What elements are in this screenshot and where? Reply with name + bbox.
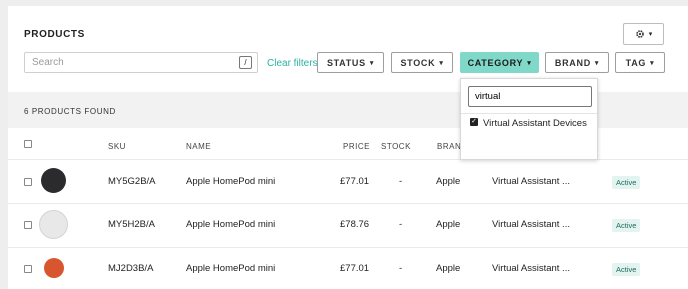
status-badge: Active — [612, 176, 641, 189]
price-cell: £77.01 — [340, 176, 370, 187]
chevron-down-icon: ▾ — [650, 59, 655, 67]
chevron-down-icon: ▾ — [648, 31, 653, 38]
row-checkbox[interactable] — [24, 221, 32, 229]
column-header-name[interactable]: NAME — [186, 142, 211, 151]
row-checkbox[interactable] — [24, 178, 32, 186]
filter-tag-button[interactable]: TAG ▾ — [615, 52, 665, 73]
stock-cell: - — [399, 263, 403, 274]
filter-brand-label: BRAND — [554, 57, 591, 68]
category-option-virtual-assistant-devices[interactable]: Virtual Assistant Devices — [470, 117, 588, 130]
product-thumbnail — [41, 168, 66, 193]
category-search-input[interactable] — [468, 86, 592, 107]
chevron-down-icon: ▾ — [369, 59, 375, 67]
row-divider — [8, 203, 688, 204]
dropdown-divider — [461, 113, 597, 114]
column-header-price[interactable]: PRICE — [343, 142, 370, 151]
sku-cell: MY5H2B/A — [108, 219, 155, 230]
chevron-down-icon: ▾ — [594, 59, 600, 67]
filter-tag-label: TAG — [625, 57, 647, 68]
status-badge: Active — [612, 263, 641, 276]
price-cell: £77.01 — [340, 263, 370, 274]
sku-cell: MY5G2B/A — [108, 176, 156, 187]
filter-status-button[interactable]: STATUS ▾ — [317, 52, 384, 73]
status-badge: Active — [612, 219, 641, 232]
brand-cell: Apple — [436, 176, 461, 187]
stock-cell: - — [399, 219, 403, 230]
category-cell: Virtual Assistant ... — [492, 263, 570, 274]
filter-brand-button[interactable]: BRAND ▾ — [545, 52, 609, 73]
select-all-checkbox[interactable] — [24, 140, 32, 148]
column-header-stock[interactable]: STOCK — [381, 142, 411, 151]
chevron-down-icon: ▾ — [527, 59, 532, 67]
brand-cell: Apple — [436, 219, 461, 230]
chevron-down-icon: ▾ — [439, 59, 444, 67]
page-title: PRODUCTS — [24, 29, 85, 40]
filter-category-label: CATEGORY — [467, 57, 524, 68]
sku-cell: MJ2D3B/A — [108, 263, 154, 274]
filter-stock-button[interactable]: STOCK ▾ — [391, 52, 453, 73]
product-thumbnail — [44, 258, 64, 278]
category-dropdown: ✓ Virtual Assistant Devices — [460, 78, 598, 160]
name-cell[interactable]: Apple HomePod mini — [186, 263, 275, 274]
row-checkbox[interactable] — [24, 265, 32, 273]
stock-cell: - — [399, 176, 403, 187]
filter-status-label: STATUS — [326, 57, 366, 68]
filter-stock-label: STOCK — [400, 57, 436, 68]
search-shortcut-key: / — [239, 56, 252, 69]
products-panel: PRODUCTS ▾ / Clear filters STATUS ▾ STOC… — [8, 6, 688, 289]
gear-icon — [635, 30, 644, 38]
results-count: 6 PRODUCTS FOUND — [24, 107, 116, 116]
column-header-sku[interactable]: SKU — [108, 142, 126, 151]
category-cell: Virtual Assistant ... — [492, 176, 570, 187]
name-cell[interactable]: Apple HomePod mini — [186, 176, 275, 187]
filter-category-button[interactable]: CATEGORY ▾ — [460, 52, 539, 73]
category-cell: Virtual Assistant ... — [492, 219, 570, 230]
name-cell[interactable]: Apple HomePod mini — [186, 219, 275, 230]
brand-cell: Apple — [436, 263, 461, 274]
settings-button[interactable]: ▾ — [623, 23, 664, 45]
clear-filters-link[interactable]: Clear filters — [267, 58, 318, 69]
price-cell: £78.76 — [340, 219, 370, 230]
product-thumbnail — [39, 210, 68, 239]
row-divider — [8, 247, 688, 248]
search-input[interactable] — [24, 52, 258, 73]
